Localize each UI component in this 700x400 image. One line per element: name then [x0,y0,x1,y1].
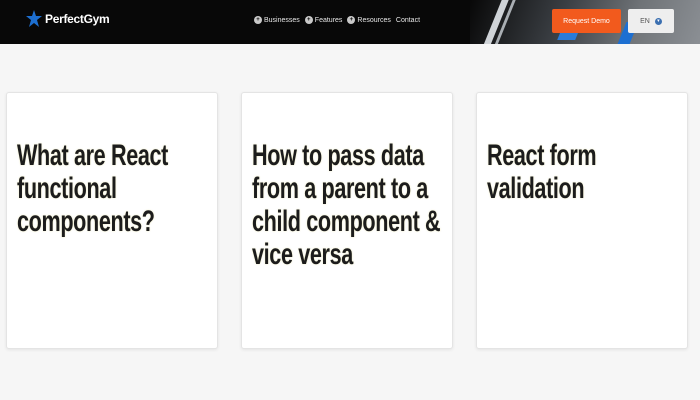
logo-text: PerfectGym [45,12,110,26]
article-card-title: React form validation [487,139,597,205]
nav-item-label: Contact [395,16,421,24]
nav-item-label: Features [314,16,343,24]
star-logo-icon [26,10,42,27]
language-label: EN [640,17,650,25]
article-card[interactable]: React form validation [476,92,688,349]
article-card[interactable]: How to pass data from a parent to a chil… [241,92,453,349]
article-card[interactable]: What are React functional components? [6,92,218,349]
nav-item-resources[interactable]: + Resources [347,16,391,24]
main-nav: + Businesses + Features + Resources Cont… [254,16,420,24]
logo-link[interactable]: PerfectGym [26,10,110,28]
article-card-title: How to pass data from a parent to a chil… [252,139,441,271]
top-navbar: PerfectGym + Businesses + Features + Res… [0,0,700,44]
nav-item-businesses[interactable]: + Businesses [254,16,300,24]
nav-item-label: Resources [357,16,391,24]
article-card-title: What are React functional components? [17,139,169,238]
chevron-down-icon: ▾ [654,17,662,25]
request-demo-button[interactable]: Request Demo [552,9,621,33]
language-select[interactable]: EN ▾ [628,9,674,33]
nav-item-contact[interactable]: Contact [396,17,420,24]
plus-circle-icon: + [347,16,356,24]
plus-circle-icon: + [254,16,262,24]
nav-item-label: Businesses [264,16,300,24]
nav-item-features[interactable]: + Features [304,16,343,24]
plus-circle-icon: + [304,16,313,24]
